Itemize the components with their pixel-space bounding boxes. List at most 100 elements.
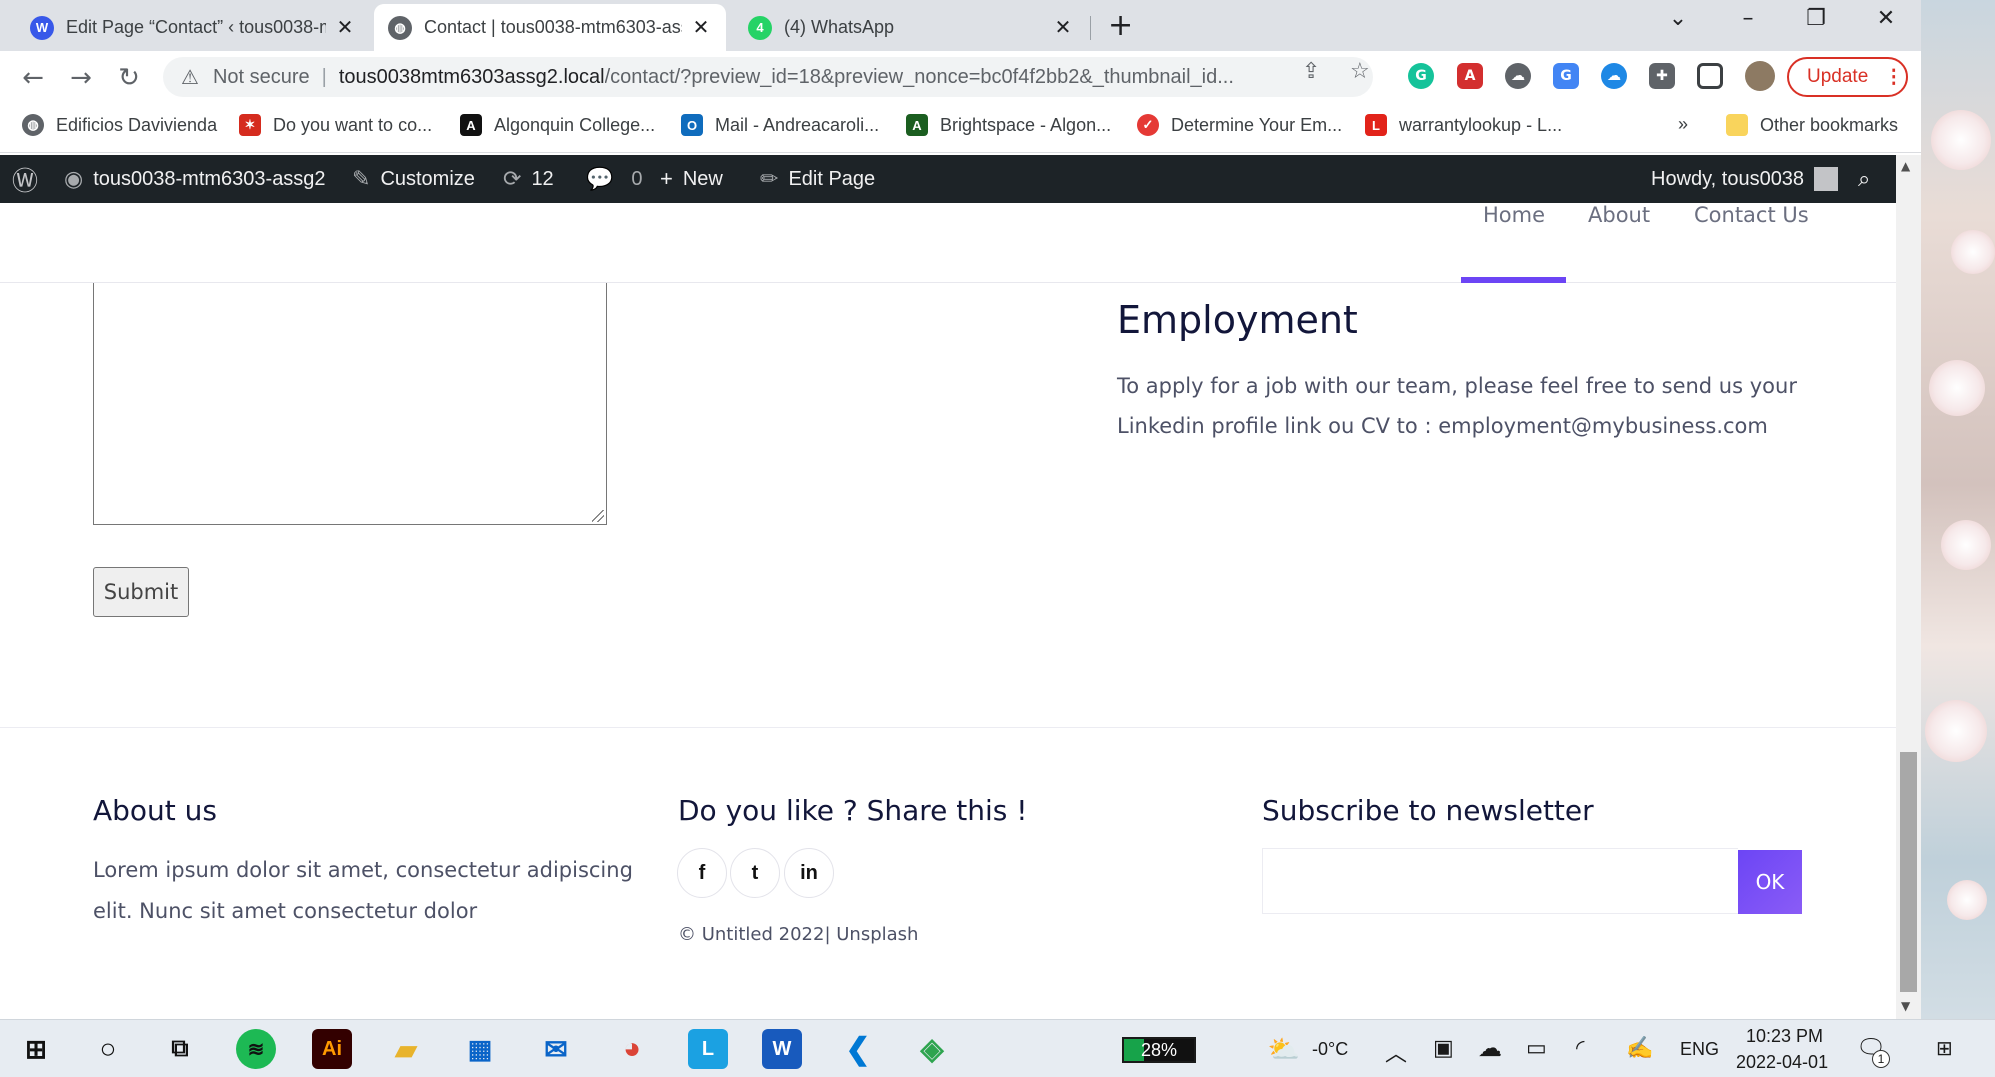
edit-page-link[interactable]: ✏ Edit Page: [760, 155, 875, 203]
account-menu[interactable]: Howdy, tous0038: [1651, 155, 1839, 203]
back-arrow-icon[interactable]: ←: [18, 63, 48, 93]
bookmarks-overflow-icon[interactable]: »: [1678, 114, 1688, 135]
tab-edit-page[interactable]: W Edit Page “Contact” ‹ tous0038-m ✕: [16, 4, 370, 51]
globe-icon: ◍: [388, 15, 412, 40]
page-scrollbar[interactable]: ▲ ▼: [1896, 155, 1921, 1019]
address-bar[interactable]: ⚠ Not secure | tous0038mtm6303assg2.loca…: [163, 57, 1373, 97]
folder-icon: [1726, 114, 1748, 136]
grammarly-icon[interactable]: G: [1408, 63, 1434, 89]
linkedin-icon[interactable]: in: [784, 848, 834, 898]
twitter-icon[interactable]: t: [730, 848, 780, 898]
message-textarea[interactable]: [93, 283, 607, 525]
bookmark-item[interactable]: A Brightspace - Algon...: [906, 114, 1111, 136]
profile-avatar-icon[interactable]: [1745, 61, 1775, 91]
new-content-link[interactable]: + New: [660, 155, 723, 203]
bookmark-item[interactable]: A Algonquin College...: [460, 114, 655, 136]
illustrator-icon[interactable]: Ai: [312, 1029, 352, 1069]
gitkraken-icon[interactable]: ◈: [912, 1029, 952, 1069]
update-button[interactable]: Update ⋮: [1787, 57, 1908, 97]
updates-count: 12: [531, 167, 554, 190]
language-indicator[interactable]: ENG: [1680, 1039, 1719, 1060]
customize-link[interactable]: ✎ Customize: [352, 155, 475, 203]
clock-date[interactable]: 2022-04-01: [1736, 1052, 1828, 1073]
mail-icon[interactable]: ✉: [536, 1029, 576, 1069]
facebook-icon[interactable]: f: [677, 848, 727, 898]
chrome-icon[interactable]: ◕: [612, 1029, 652, 1069]
file-explorer-icon[interactable]: ▰: [386, 1029, 426, 1069]
newsletter-ok-button[interactable]: OK: [1738, 850, 1802, 914]
bookmark-label: Brightspace - Algon...: [940, 114, 1112, 135]
onedrive-tray-icon[interactable]: ☁: [1478, 1034, 1502, 1063]
close-icon[interactable]: ✕: [1052, 15, 1074, 40]
bookmark-item[interactable]: ◍ Edificios Davivienda: [22, 114, 217, 136]
battery-tray-icon[interactable]: ▭: [1526, 1035, 1547, 1061]
clock-time[interactable]: 10:23 PM: [1746, 1026, 1823, 1047]
bookmark-item[interactable]: ✶ Do you want to co...: [239, 114, 432, 136]
reload-icon[interactable]: ↻: [114, 63, 144, 93]
nav-link-contact[interactable]: Contact Us: [1694, 203, 1809, 227]
scroll-down-icon[interactable]: ▼: [1901, 999, 1910, 1013]
extensions-puzzle-icon[interactable]: ✚: [1649, 63, 1675, 89]
vscode-icon[interactable]: ❮: [838, 1029, 878, 1069]
bookmark-item[interactable]: O Mail - Andreacaroli...: [681, 114, 879, 136]
scrollbar-thumb[interactable]: [1900, 752, 1917, 992]
update-label: Update: [1807, 66, 1869, 87]
wordpress-icon: W: [30, 15, 54, 40]
forward-arrow-icon[interactable]: →: [66, 63, 96, 93]
spotify-icon[interactable]: ≋: [236, 1029, 276, 1069]
wordpress-logo-icon[interactable]: Ⓦ: [12, 155, 48, 203]
brightspace-icon: A: [906, 114, 928, 136]
windows-corner-icon[interactable]: ⊞: [1936, 1036, 1953, 1061]
wifi-icon[interactable]: ◜: [1576, 1035, 1585, 1061]
updates-icon: ⟳: [503, 166, 522, 191]
resize-handle-icon[interactable]: [592, 510, 604, 522]
task-view-icon[interactable]: ⧉: [160, 1029, 200, 1069]
tab-title: Contact | tous0038-mtm6303-ass: [424, 17, 682, 37]
about-heading: About us: [93, 794, 218, 827]
lenovo-vantage-icon[interactable]: L: [688, 1029, 728, 1069]
bookmark-star-icon[interactable]: ☆: [1350, 59, 1370, 84]
tab-whatsapp[interactable]: 4 (4) WhatsApp ✕: [734, 4, 1088, 51]
cloud-icon[interactable]: ☁: [1505, 63, 1531, 89]
tab-search-chevron-icon[interactable]: ⌄: [1658, 6, 1698, 31]
plus-icon: +: [660, 166, 673, 191]
tray-chevron-icon[interactable]: ︿: [1385, 1036, 1407, 1068]
search-icon[interactable]: ⌕: [1858, 155, 1870, 203]
store-icon[interactable]: ▦: [460, 1029, 500, 1069]
nav-link-about[interactable]: About: [1588, 203, 1650, 227]
new-tab-plus-icon[interactable]: +: [1108, 8, 1133, 43]
close-icon[interactable]: ✕: [334, 15, 356, 40]
bookmark-item[interactable]: ✓ Determine Your Em...: [1137, 114, 1342, 136]
comment-icon: 💬: [586, 166, 614, 191]
tab-contact[interactable]: ◍ Contact | tous0038-mtm6303-ass ✕: [374, 4, 726, 51]
pen-icon[interactable]: ✍: [1626, 1035, 1653, 1061]
weather-icon[interactable]: ⛅: [1264, 1029, 1304, 1069]
submit-button[interactable]: Submit: [93, 567, 189, 617]
bookmark-label: warrantylookup - L...: [1399, 114, 1563, 135]
acrobat-icon[interactable]: A: [1457, 63, 1483, 89]
bookmark-item[interactable]: Lwarrantylookup - L...: [1365, 114, 1562, 136]
search-circle-icon[interactable]: ○: [88, 1029, 128, 1069]
close-icon[interactable]: ✕: [690, 15, 712, 40]
restore-icon[interactable]: ❐: [1796, 6, 1836, 31]
newsletter-email-input[interactable]: [1262, 848, 1738, 914]
comments-link[interactable]: 💬 0: [586, 155, 643, 203]
translate-icon[interactable]: G: [1553, 63, 1579, 89]
menu-dots-icon: ⋮: [1884, 66, 1904, 88]
scroll-up-icon[interactable]: ▲: [1901, 159, 1910, 173]
site-name-link[interactable]: ◉ tous0038-mtm6303-assg2: [64, 155, 326, 203]
updates-link[interactable]: ⟳ 12: [503, 155, 554, 203]
nav-link-home[interactable]: Home: [1483, 203, 1545, 227]
side-panel-icon[interactable]: [1697, 63, 1723, 89]
browser-window: W Edit Page “Contact” ‹ tous0038-m ✕ ◍ C…: [0, 0, 1921, 1019]
weather-temp[interactable]: -0°C: [1312, 1039, 1348, 1060]
windows-start-icon[interactable]: ⊞: [16, 1029, 56, 1069]
minimize-icon[interactable]: –: [1728, 6, 1768, 31]
onedrive-icon[interactable]: ☁: [1601, 63, 1627, 89]
word-icon[interactable]: W: [762, 1029, 802, 1069]
meet-now-icon[interactable]: ▣: [1433, 1035, 1454, 1061]
bookmark-item[interactable]: Other bookmarks: [1726, 114, 1898, 136]
window-close-icon[interactable]: ✕: [1866, 6, 1906, 31]
browser-toolbar: ← → ↻ ⚠ Not secure | tous0038mtm6303assg…: [0, 51, 1921, 103]
share-icon[interactable]: ⇪: [1302, 59, 1320, 84]
